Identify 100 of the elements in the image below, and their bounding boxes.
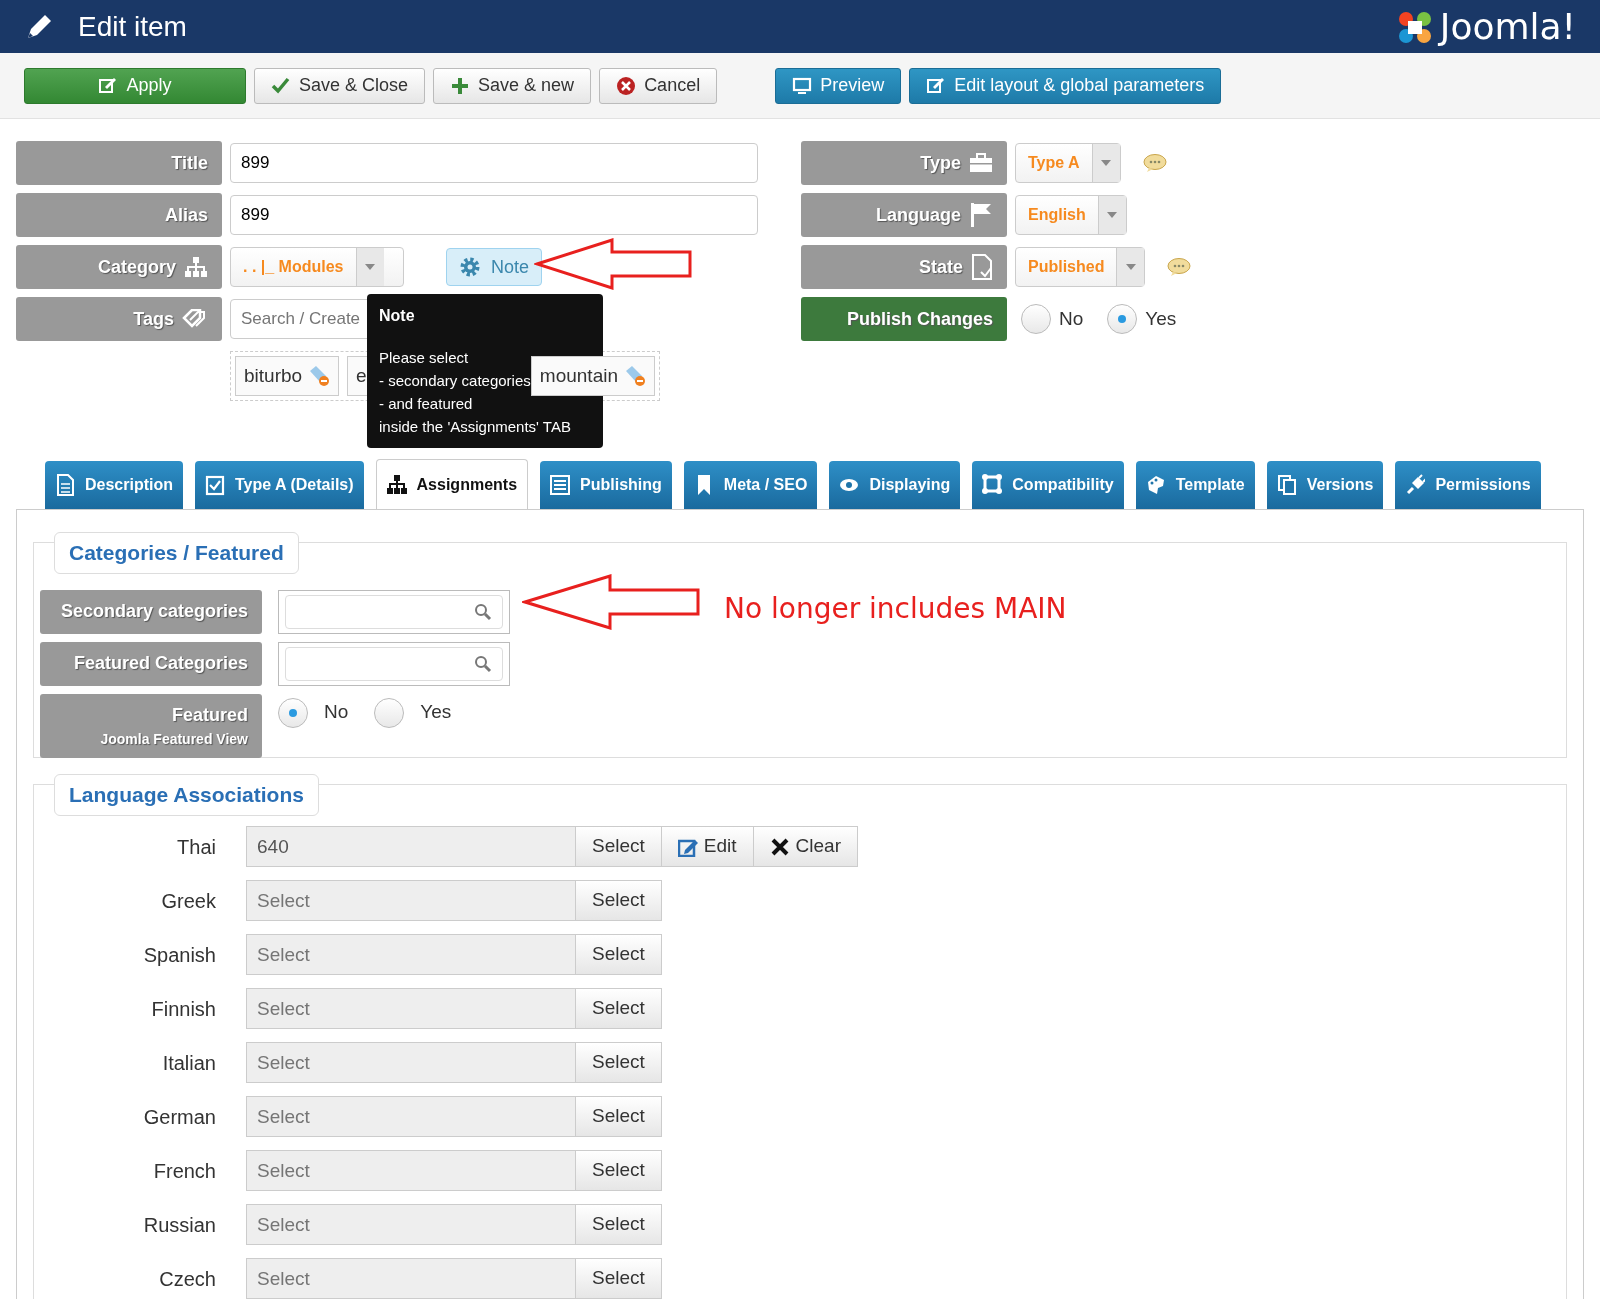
sitemap-icon: [184, 256, 208, 278]
tooltip-text: - and featured: [379, 394, 473, 414]
label-text: Secondary categories: [60, 600, 248, 623]
toolbar-button[interactable]: Edit layout & global parameters: [909, 67, 1222, 104]
document-icon: [55, 474, 75, 496]
language-label: Italian: [161, 1050, 217, 1076]
page-title: Edit item: [78, 9, 187, 44]
association-field[interactable]: Select: [246, 1096, 576, 1137]
association-button[interactable]: Select: [575, 1096, 662, 1137]
plug-icon: [1405, 474, 1426, 496]
label-text: Category: [97, 255, 176, 279]
search-icon: [474, 654, 492, 673]
toolbar-button[interactable]: Preview: [775, 67, 902, 104]
label-text: Alias: [164, 203, 208, 227]
association-button[interactable]: Select: [575, 1150, 662, 1191]
tag-remove-icon: [308, 365, 331, 387]
caret-icon: [365, 264, 375, 270]
tab[interactable]: Versions: [1266, 461, 1384, 509]
language-label: Thai: [176, 834, 217, 860]
palette-icon: [1145, 474, 1166, 496]
fieldset-legend: Categories / Featured: [54, 532, 299, 574]
radio-label: Yes: [1145, 306, 1177, 331]
association-field[interactable]: Select: [246, 1258, 576, 1299]
tab[interactable]: Template: [1135, 461, 1255, 509]
caret-icon: [1107, 212, 1118, 218]
radio-label: No: [1059, 306, 1084, 331]
tab[interactable]: Displaying: [829, 461, 961, 509]
fieldset-legend: Language Associations: [54, 774, 319, 816]
sitemap-icon: [386, 473, 407, 496]
association-button[interactable]: Edit: [660, 826, 754, 867]
association-field[interactable]: Select: [246, 880, 576, 921]
tab[interactable]: Publishing: [540, 461, 672, 509]
language-label: Finnish: [150, 996, 217, 1022]
association-button[interactable]: Select: [575, 934, 662, 975]
plus-icon: [450, 75, 471, 96]
label-text: Title: [171, 151, 208, 175]
radio-button[interactable]: [1021, 304, 1051, 334]
association-field[interactable]: 640: [246, 826, 576, 867]
association-button[interactable]: Select: [575, 826, 662, 867]
puzzle-icon: [982, 474, 1003, 496]
tooltip-title: Note: [379, 306, 416, 326]
caret-icon: [1125, 264, 1136, 270]
search-field[interactable]: [278, 641, 510, 686]
label-text: State: [919, 255, 963, 279]
tab[interactable]: Meta / SEO: [683, 461, 818, 509]
radio-label: Yes: [420, 700, 452, 725]
toolbar-button[interactable]: Save & Close: [254, 67, 426, 104]
logo-text: Joomla!: [1439, 4, 1576, 49]
radio-label: No: [324, 700, 349, 725]
flag-icon: [969, 202, 993, 228]
language-label: Greek: [160, 888, 217, 914]
search-field[interactable]: [278, 589, 510, 634]
close-icon: [769, 836, 790, 857]
language-label: Spanish: [142, 942, 217, 968]
association-field[interactable]: Select: [246, 1150, 576, 1191]
association-button[interactable]: Select: [575, 1258, 662, 1299]
document-icon: [971, 254, 993, 280]
tab[interactable]: Type A (Details): [195, 461, 364, 509]
edit-icon: [926, 75, 947, 96]
association-field[interactable]: Select: [246, 934, 576, 975]
label-text: Type: [920, 151, 961, 175]
radio-button[interactable]: [374, 697, 405, 728]
checklist-icon: [205, 474, 225, 496]
tooltip-text: Please select: [379, 348, 469, 368]
tags-icon: [182, 309, 208, 329]
text-field[interactable]: 899: [230, 143, 758, 183]
language-label: Russian: [142, 1212, 217, 1238]
association-field[interactable]: Select: [246, 1204, 576, 1245]
association-button[interactable]: Clear: [752, 826, 858, 867]
association-button[interactable]: Select: [575, 988, 662, 1029]
radio-button[interactable]: [1107, 304, 1138, 334]
gear-icon: [459, 256, 481, 278]
cancel-icon: [616, 75, 637, 96]
monitor-icon: [792, 75, 813, 96]
association-button[interactable]: Select: [575, 1204, 662, 1245]
association-field[interactable]: Select: [246, 988, 576, 1029]
annotation-text: No longer includes MAIN: [724, 591, 1067, 627]
tooltip-text: inside the 'Assignments' TAB: [379, 417, 571, 437]
caret-icon: [1101, 160, 1112, 166]
label-text: Tags: [133, 307, 174, 331]
radio-button[interactable]: [278, 697, 308, 728]
toolbar-button[interactable]: Save & new: [433, 67, 592, 104]
tab[interactable]: Description: [45, 461, 183, 509]
tag-chip[interactable]: mountain: [530, 356, 655, 396]
cancel-button[interactable]: Cancel: [599, 67, 718, 104]
tab[interactable]: Compatibility: [972, 461, 1124, 509]
text-field[interactable]: 899: [230, 195, 758, 235]
toolbar-button[interactable]: Apply: [24, 67, 246, 104]
association-button[interactable]: Select: [575, 880, 662, 921]
tooltip-text: - secondary categories: [379, 371, 531, 391]
tab[interactable]: Permissions: [1395, 461, 1541, 509]
tab[interactable]: Assignments: [375, 459, 529, 509]
copy-icon: [1276, 474, 1297, 496]
tag-chip[interactable]: biturbo: [235, 356, 340, 396]
association-field[interactable]: Select: [246, 1042, 576, 1083]
label-text: Publish Changes: [846, 307, 993, 331]
language-label: German: [142, 1104, 217, 1130]
association-button[interactable]: Select: [575, 1042, 662, 1083]
language-label: French: [152, 1158, 217, 1184]
search-icon: [474, 602, 492, 621]
